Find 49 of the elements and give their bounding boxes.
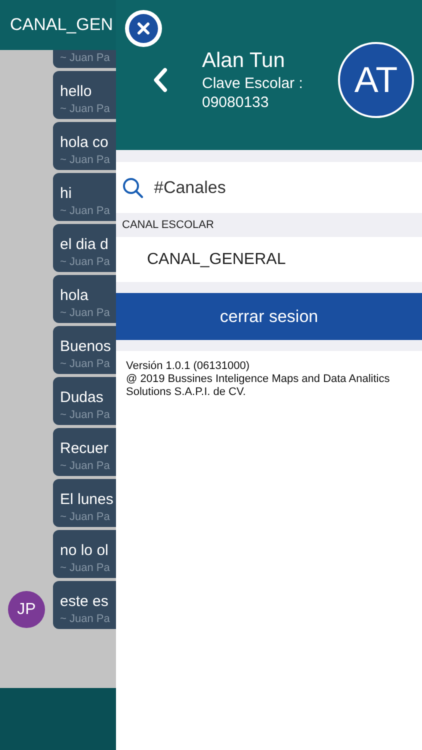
user-name: Alan Tun (202, 48, 286, 74)
close-icon (129, 14, 158, 43)
section-header: CANAL ESCOLAR (116, 213, 422, 237)
message-text: hola (60, 286, 90, 306)
school-code-label: Clave Escolar : (202, 74, 303, 93)
message-text: Recuer (60, 439, 110, 459)
message-author: ~ Juan Pa (60, 255, 111, 270)
message-text: el dia d (60, 235, 110, 255)
message-text: Buenos (60, 337, 112, 357)
logout-button[interactable]: cerrar sesion (116, 293, 422, 340)
message-author: ~ Juan Pa (60, 357, 111, 372)
back-icon[interactable] (152, 67, 168, 93)
message-text: Dudas (60, 388, 104, 408)
version-text: Versión 1.0.1 (06131000) (126, 360, 251, 373)
message-bubble[interactable]: El lunes ~ Juan Pa (53, 479, 116, 527)
message-text: hola co (60, 133, 110, 153)
search-field[interactable]: #Canales (154, 174, 422, 200)
message-bubble[interactable]: no lo ol ~ Juan Pa (53, 530, 116, 578)
message-text: El lunes (60, 490, 114, 510)
message-text: hello (60, 82, 93, 102)
message-text: hi (60, 184, 73, 204)
school-code: 09080133 (202, 93, 270, 112)
message-author: ~ Juan Pa (60, 612, 111, 627)
message-text: no lo ol (60, 541, 110, 561)
message-bubble[interactable]: Buenos ~ Juan Pa (53, 326, 116, 374)
message-bubble[interactable]: hi ~ Juan Pa (53, 173, 116, 221)
message-bubble[interactable]: el dia d ~ Juan Pa (53, 224, 116, 272)
message-bubble[interactable]: hello ~ Juan Pa (53, 71, 116, 119)
close-button[interactable] (125, 10, 162, 47)
message-author: ~ Juan Pa (60, 51, 111, 66)
copyright-text: @ 2019 Bussines Inteligence Maps and Data Analitics Solutions S.A.P.I. de CV. (126, 373, 391, 399)
message-bubble[interactable]: este es ~ Juan Pa (53, 581, 116, 629)
channel-title: CANAL_GEN (10, 14, 113, 36)
message-author: ~ Juan Pa (60, 459, 111, 474)
user-avatar: AT (338, 42, 414, 118)
search-icon (122, 176, 144, 198)
message-text: este es (60, 592, 110, 612)
message-author: ~ Juan Pa (60, 204, 111, 219)
message-author: ~ Juan Pa (60, 153, 111, 168)
message-bubble[interactable]: hola co ~ Juan Pa (53, 122, 116, 170)
message-author: ~ Juan Pa (60, 510, 111, 525)
message-author: ~ Juan Pa (60, 408, 111, 423)
message-author: ~ Juan Pa (60, 306, 111, 321)
message-author: ~ Juan Pa (60, 561, 111, 576)
message-author: ~ Juan Pa (60, 102, 111, 117)
avatar: JP (8, 591, 45, 628)
message-bubble[interactable]: Recuer ~ Juan Pa (53, 428, 116, 476)
message-bubble[interactable]: hola ~ Juan Pa (53, 275, 116, 323)
message-bubble[interactable]: Dudas ~ Juan Pa (53, 377, 116, 425)
